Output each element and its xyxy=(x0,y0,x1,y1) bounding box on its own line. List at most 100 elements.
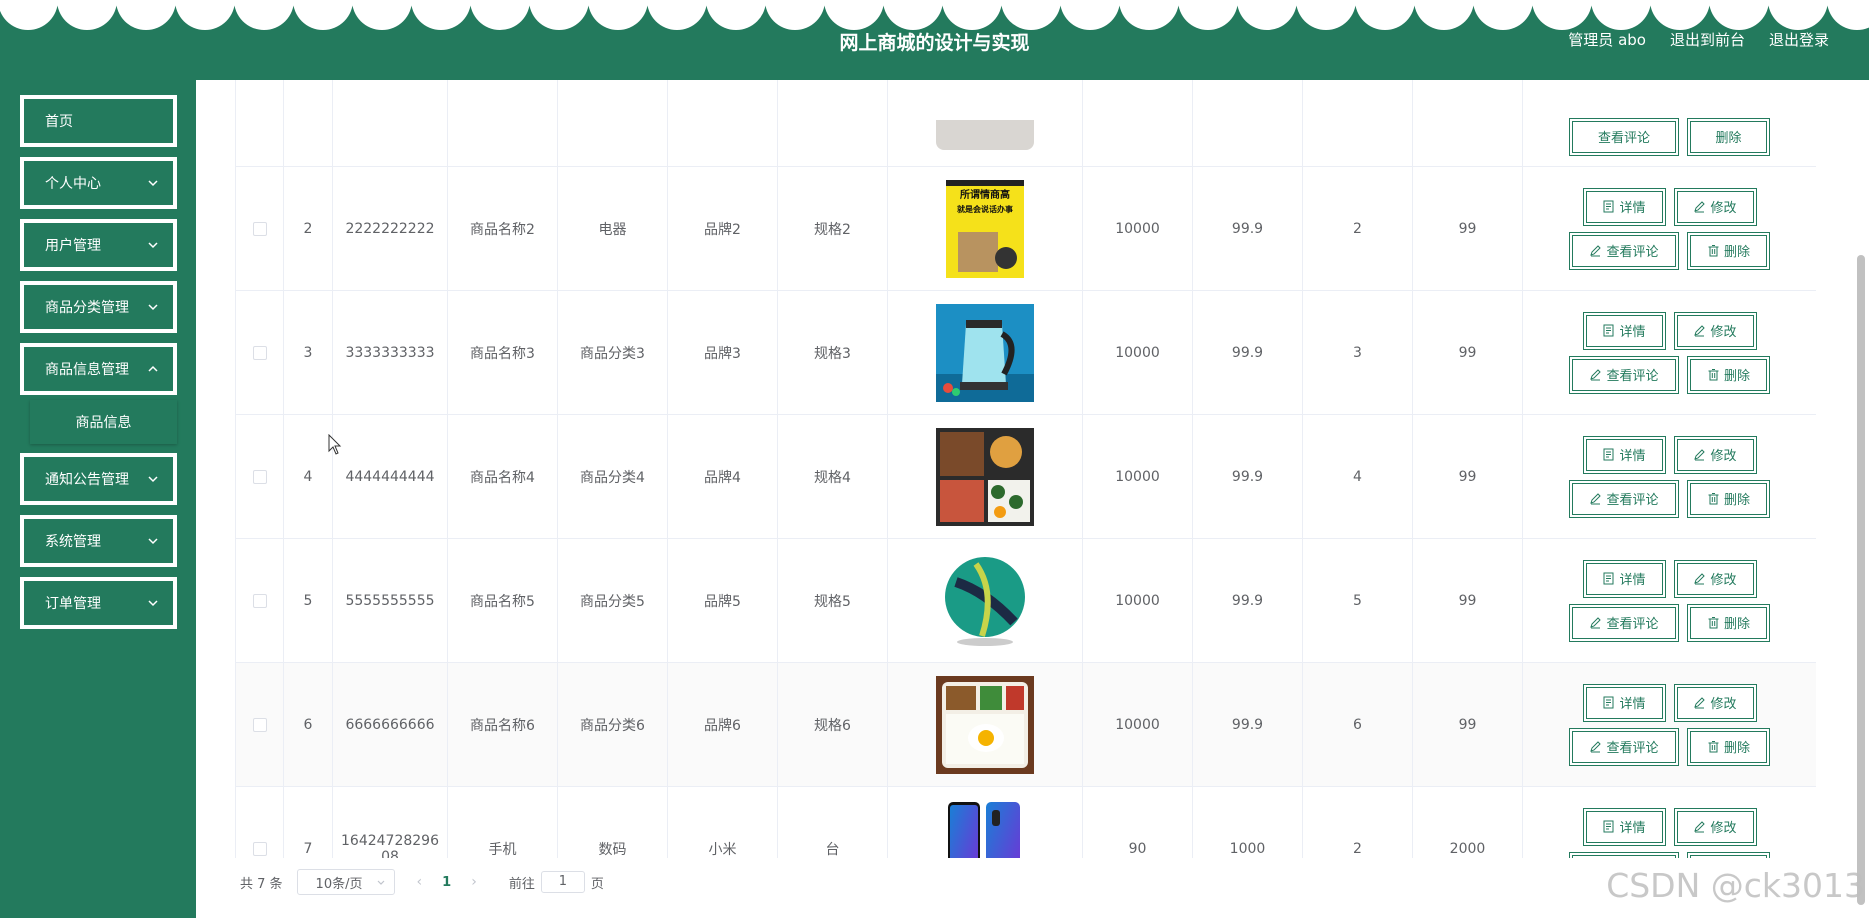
pencil-icon xyxy=(1590,617,1602,629)
admin-user-label: 管理员 abo xyxy=(1568,31,1646,49)
row-checkbox[interactable] xyxy=(252,841,267,856)
checkbox-cell xyxy=(235,80,284,167)
sidebar-item-label: 通知公告管理 xyxy=(45,472,129,488)
view-comments-button[interactable]: 查看评论 xyxy=(1569,117,1679,156)
row-checkbox[interactable] xyxy=(252,345,267,360)
prev-page-button[interactable]: ‹ xyxy=(417,874,423,890)
detail-button[interactable]: 详情 xyxy=(1582,559,1666,598)
scallop xyxy=(1414,0,1474,30)
sidebar-item-personal-center[interactable]: 个人中心 xyxy=(20,157,177,209)
header-user-area: 管理员 abo 退出到前台 退出登录 xyxy=(1568,29,1829,50)
delete-button[interactable]: 删除 xyxy=(1687,603,1770,642)
view-comments-button[interactable]: 查看评论 xyxy=(1569,355,1679,394)
price-cell: 99.9 xyxy=(1192,290,1303,415)
scallop xyxy=(1060,0,1120,30)
vertical-scrollbar[interactable] xyxy=(1857,255,1865,905)
page-size-select[interactable]: 10条/页 xyxy=(296,869,395,895)
view-comments-button[interactable]: 查看评论 xyxy=(1569,851,1679,858)
view-comments-button[interactable]: 查看评论 xyxy=(1569,727,1679,766)
code-cell: 4444444444 xyxy=(332,414,448,539)
delete-button[interactable]: 删除 xyxy=(1687,851,1770,858)
image-cell: 所谓情商高 就是会说话办事 xyxy=(887,166,1083,291)
table-row: 4 4444444444 商品名称4 商品分类4 品牌4 规格4 10000 99.9 4 99… xyxy=(235,414,1816,539)
edit-button[interactable]: 修改 xyxy=(1673,683,1757,722)
spec-cell: 规格4 xyxy=(777,414,888,539)
sidebar-item-label: 系统管理 xyxy=(45,534,101,550)
view-comments-button[interactable]: 查看评论 xyxy=(1569,603,1679,642)
chevron-down-icon xyxy=(148,600,158,607)
trash-icon xyxy=(1708,245,1719,257)
svg-text:就是会说话办事: 就是会说话办事 xyxy=(957,204,1013,214)
price-cell: 1000 xyxy=(1192,786,1303,858)
pencil-icon xyxy=(1590,369,1602,381)
delete-button[interactable]: 删除 xyxy=(1687,479,1770,518)
price-cell: 99.9 xyxy=(1192,538,1303,663)
sidebar-item-notice-management[interactable]: 通知公告管理 xyxy=(20,453,177,505)
edit-button[interactable]: 修改 xyxy=(1673,311,1757,350)
delete-button[interactable]: 删除 xyxy=(1687,231,1770,270)
image-cell xyxy=(887,80,1083,167)
edit-button[interactable]: 修改 xyxy=(1673,807,1757,846)
pencil-icon xyxy=(1694,325,1706,337)
category-cell: 商品分类5 xyxy=(557,538,668,663)
back-to-front-link[interactable]: 退出到前台 xyxy=(1670,29,1745,50)
sidebar-subitem-product-info[interactable]: 商品信息 xyxy=(30,400,177,444)
total-count: 共 7 条 xyxy=(240,876,283,892)
sidebar-item-order-management[interactable]: 订单管理 xyxy=(20,577,177,629)
value-cell: 10000 xyxy=(1082,290,1193,415)
edit-button[interactable]: 修改 xyxy=(1673,187,1757,226)
chevron-down-icon xyxy=(148,538,158,545)
detail-button[interactable]: 详情 xyxy=(1582,187,1666,226)
sidebar-item-system-management[interactable]: 系统管理 xyxy=(20,515,177,567)
value-cell: 99 xyxy=(1412,290,1523,415)
row-checkbox[interactable] xyxy=(252,469,267,484)
detail-button[interactable]: 详情 xyxy=(1582,435,1666,474)
checkbox-cell xyxy=(235,786,284,858)
detail-button[interactable]: 详情 xyxy=(1582,311,1666,350)
detail-button[interactable]: 详情 xyxy=(1582,683,1666,722)
edit-button[interactable]: 修改 xyxy=(1673,435,1757,474)
sidebar-item-label: 用户管理 xyxy=(45,238,101,254)
pencil-icon xyxy=(1694,573,1706,585)
scallop xyxy=(942,0,1002,30)
document-icon xyxy=(1603,572,1614,585)
row-checkbox[interactable] xyxy=(252,593,267,608)
sidebar: 首页 个人中心 用户管理 商品分类管理 商品信息管理 商品信息 通知公告管理 系… xyxy=(0,80,196,918)
sidebar-item-user-management[interactable]: 用户管理 xyxy=(20,219,177,271)
delete-button[interactable]: 删除 xyxy=(1687,355,1770,394)
spec-cell: 规格6 xyxy=(777,662,888,787)
code-cell: 6666666666 xyxy=(332,662,448,787)
edit-button[interactable]: 修改 xyxy=(1673,559,1757,598)
sidebar-item-product-management[interactable]: 商品信息管理 xyxy=(20,343,177,395)
detail-button[interactable]: 详情 xyxy=(1582,807,1666,846)
sidebar-item-home[interactable]: 首页 xyxy=(20,95,177,147)
image-cell xyxy=(887,538,1083,663)
value-cell: 10000 xyxy=(1082,166,1193,291)
spec-cell: 规格5 xyxy=(777,538,888,663)
view-comments-button[interactable]: 查看评论 xyxy=(1569,231,1679,270)
view-comments-button[interactable]: 查看评论 xyxy=(1569,479,1679,518)
goto-page-input[interactable]: 1 xyxy=(540,871,585,893)
sidebar-item-category-management[interactable]: 商品分类管理 xyxy=(20,281,177,333)
code-cell: 5555555555 xyxy=(332,538,448,663)
index-cell: 3 xyxy=(283,290,333,415)
actions-cell: 查看评论 删除 xyxy=(1522,80,1816,167)
product-table: 查看评论 删除 2 2222222222 商品名称2 电器 品牌2 规格2 所谓情商高 就… xyxy=(235,80,1816,858)
page-number-current[interactable]: 1 xyxy=(442,875,451,890)
goto-label: 前往 xyxy=(508,876,535,892)
chevron-down-icon xyxy=(148,476,158,483)
sidebar-item-label: 订单管理 xyxy=(45,596,101,612)
category-cell: 电器 xyxy=(557,166,668,291)
row-checkbox[interactable] xyxy=(252,717,267,732)
row-checkbox[interactable] xyxy=(252,221,267,236)
logout-link[interactable]: 退出登录 xyxy=(1769,29,1829,50)
delete-button[interactable]: 删除 xyxy=(1687,727,1770,766)
actions-cell: 详情 修改 查看评论 删除 xyxy=(1522,166,1816,291)
value-cell: 10000 xyxy=(1082,414,1193,539)
delete-button[interactable]: 删除 xyxy=(1687,117,1770,156)
chevron-down-icon xyxy=(148,180,158,187)
next-page-button[interactable]: › xyxy=(471,874,477,890)
scallop xyxy=(411,0,471,30)
product-image xyxy=(936,551,1034,650)
scallop xyxy=(234,0,294,30)
